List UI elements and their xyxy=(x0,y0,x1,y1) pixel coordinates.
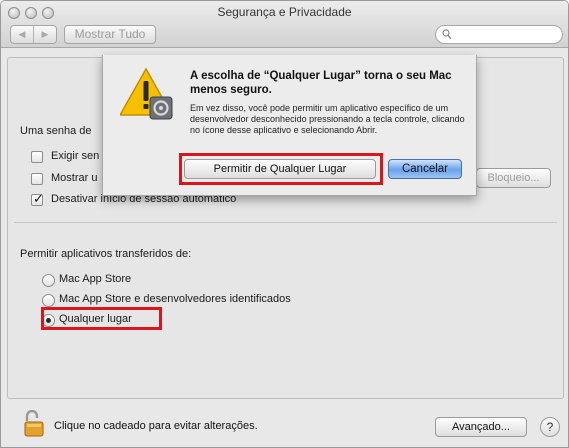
security-privacy-window: Segurança e Privacidade ◀ ▶ Mostrar Tudo… xyxy=(0,0,569,448)
allow-apps-label: Permitir aplicativos transferidos de: xyxy=(20,248,192,260)
radio-mac-app-store[interactable] xyxy=(42,274,55,287)
back-forward-control[interactable]: ◀ ▶ xyxy=(10,25,57,44)
require-password-label: Exigir sen xyxy=(51,150,100,162)
advanced-button[interactable]: Avançado... xyxy=(435,417,527,437)
cancel-button[interactable]: Cancelar xyxy=(388,159,462,179)
warning-icon xyxy=(118,67,176,126)
window-title: Segurança e Privacidade xyxy=(217,5,352,19)
require-password-checkbox[interactable] xyxy=(31,151,43,163)
show-all-button[interactable]: Mostrar Tudo xyxy=(64,25,156,44)
search-icon xyxy=(442,29,452,40)
show-message-label: Mostrar u xyxy=(51,172,98,184)
help-button[interactable]: ? xyxy=(540,417,560,437)
lock-hint-text: Clique no cadeado para evitar alterações… xyxy=(54,420,258,432)
anywhere-highlight-box xyxy=(41,307,162,330)
radio-identified-developers[interactable] xyxy=(42,294,55,307)
checkmark-icon: ✓ xyxy=(33,191,44,206)
radio-mac-app-store-label: Mac App Store xyxy=(59,273,132,285)
security-warning-sheet: A escolha de “Qualquer Lugar” torna o se… xyxy=(102,55,477,196)
disable-autologin-checkbox[interactable]: ✓ xyxy=(31,191,44,206)
sheet-body: Em vez disso, você pode permitir um apli… xyxy=(190,103,465,135)
unlocked-padlock-icon[interactable] xyxy=(24,409,46,441)
section-divider xyxy=(14,222,557,223)
search-input[interactable] xyxy=(435,25,563,44)
back-icon[interactable]: ◀ xyxy=(11,26,33,43)
toolbar: Segurança e Privacidade ◀ ▶ Mostrar Tudo xyxy=(1,1,568,48)
radio-identified-developers-label: Mac App Store e desenvolvedores identifi… xyxy=(59,293,291,305)
lock-message-button[interactable]: Bloqueio... xyxy=(476,168,551,188)
allow-button-highlight-box xyxy=(179,153,383,185)
forward-icon[interactable]: ▶ xyxy=(33,26,56,43)
sheet-heading: A escolha de “Qualquer Lugar” torna o se… xyxy=(190,70,452,96)
password-section-label: Uma senha de xyxy=(20,125,92,137)
show-message-checkbox[interactable] xyxy=(31,173,43,185)
